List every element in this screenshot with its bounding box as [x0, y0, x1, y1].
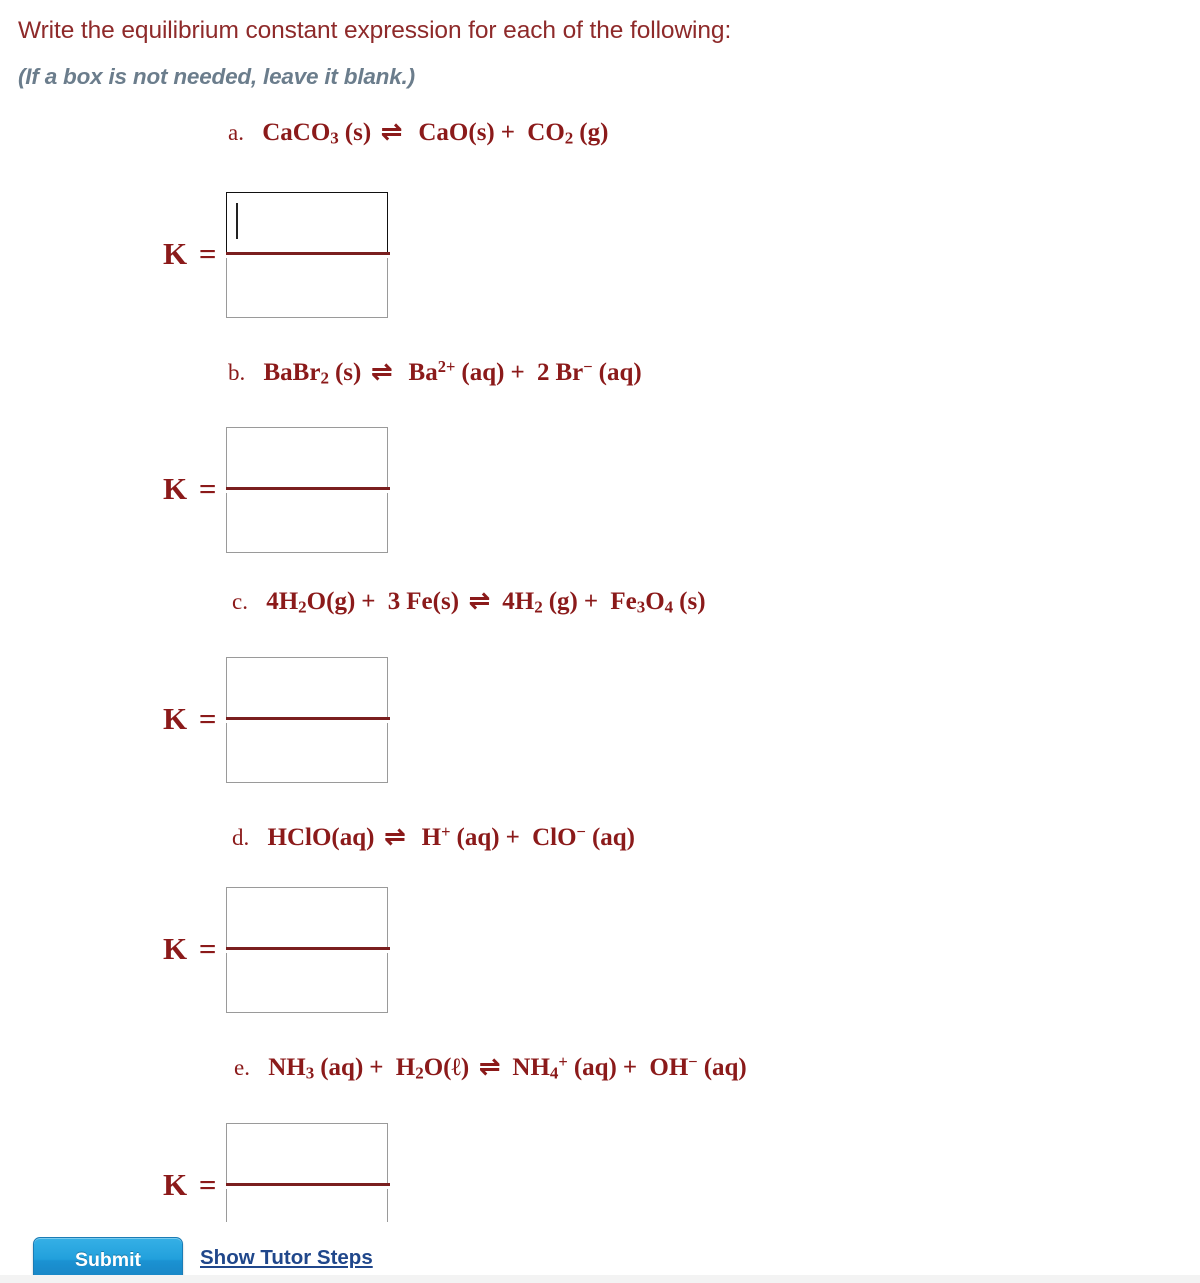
equation-label-e: e. [234, 1054, 250, 1080]
denominator-input-c[interactable] [226, 723, 388, 784]
fraction-bar-e [226, 1182, 390, 1186]
k-widget-a: K = [0, 191, 1200, 328]
equation-body-d: HClO(aq) ⇌ H+ (aq) + ClO− (aq) [267, 822, 636, 852]
k-label-c: K = [163, 701, 219, 737]
footer-toolbar: Submit Show Tutor Steps [0, 1222, 1200, 1283]
equation-label-c: c. [232, 589, 248, 615]
show-tutor-steps-link[interactable]: Show Tutor Steps [200, 1246, 373, 1270]
fraction-a [226, 191, 390, 318]
footer-divider [0, 1275, 1200, 1283]
k-widget-d: K = [0, 887, 1200, 1023]
fraction-bar-a [226, 251, 390, 255]
fraction-d [226, 887, 390, 1014]
fraction-b [226, 427, 390, 554]
equation-label-b: b. [228, 359, 246, 385]
fraction-bar-b [226, 487, 390, 491]
equation-d: d. HClO(aq) ⇌ H+ (aq) + ClO− (aq) [232, 817, 1200, 853]
equation-body-b: BaBr2 (s) ⇌ Ba2+ (aq) + 2 Br− (aq) [263, 356, 642, 388]
numerator-input-b[interactable] [226, 427, 388, 488]
equation-body-a: CaCO3 (s) ⇌ CaO(s) + CO2 (g) [262, 119, 609, 148]
numerator-input-a[interactable] [226, 191, 388, 252]
fraction-bar-c [226, 717, 390, 721]
problem-d: d. HClO(aq) ⇌ H+ (aq) + ClO− (aq) K = [0, 817, 1200, 1023]
problem-a: a. CaCO3 (s) ⇌ CaO(s) + CO2 (g) K = [0, 118, 1200, 328]
k-label-d: K = [163, 931, 219, 967]
equation-body-e: NH3 (aq) + H2O(ℓ) ⇌ NH4+ (aq) + OH− (aq) [268, 1052, 747, 1083]
fraction-bar-d [226, 947, 390, 951]
k-label-e: K = [163, 1166, 219, 1202]
numerator-input-d[interactable] [226, 887, 388, 948]
equation-b: b. BaBr2 (s) ⇌ Ba2+ (aq) + 2 Br− (aq) [228, 352, 1200, 394]
k-label-b: K = [163, 471, 219, 507]
denominator-input-d[interactable] [226, 953, 388, 1014]
equation-c: c. 4H2O(g) + 3 Fe(s) ⇌ 4H2 (g) + Fe3O4 (s) [232, 587, 1200, 623]
equation-label-d: d. [232, 825, 250, 851]
equation-label-a: a. [228, 120, 244, 145]
equation-e: e. NH3 (aq) + H2O(ℓ) ⇌ NH4+ (aq) + OH− (aq) [234, 1047, 1200, 1089]
equation-body-c: 4H2O(g) + 3 Fe(s) ⇌ 4H2 (g) + Fe3O4 (s) [266, 588, 706, 618]
k-widget-c: K = [0, 657, 1200, 793]
prompt-area: Write the equilibrium constant expressio… [18, 14, 1178, 94]
prompt-instruction: Write the equilibrium constant expressio… [18, 17, 732, 44]
numerator-input-e[interactable] [226, 1122, 388, 1183]
prompt-note: (If a box is not needed, leave it blank.… [18, 64, 415, 89]
denominator-input-b[interactable] [226, 493, 388, 554]
equation-a: a. CaCO3 (s) ⇌ CaO(s) + CO2 (g) [228, 118, 1200, 154]
numerator-input-c[interactable] [226, 657, 388, 718]
text-caret-icon [236, 202, 238, 239]
denominator-input-a[interactable] [226, 257, 388, 318]
k-label-a: K = [163, 235, 219, 271]
k-widget-b: K = [0, 427, 1200, 563]
fraction-c [226, 657, 390, 784]
problem-c: c. 4H2O(g) + 3 Fe(s) ⇌ 4H2 (g) + Fe3O4 (s) K = [0, 587, 1200, 793]
problem-list: a. CaCO3 (s) ⇌ CaO(s) + CO2 (g) K = b. BaBr2… [0, 118, 1200, 1259]
problem-b: b. BaBr2 (s) ⇌ Ba2+ (aq) + 2 Br− (aq) K = [0, 352, 1200, 564]
